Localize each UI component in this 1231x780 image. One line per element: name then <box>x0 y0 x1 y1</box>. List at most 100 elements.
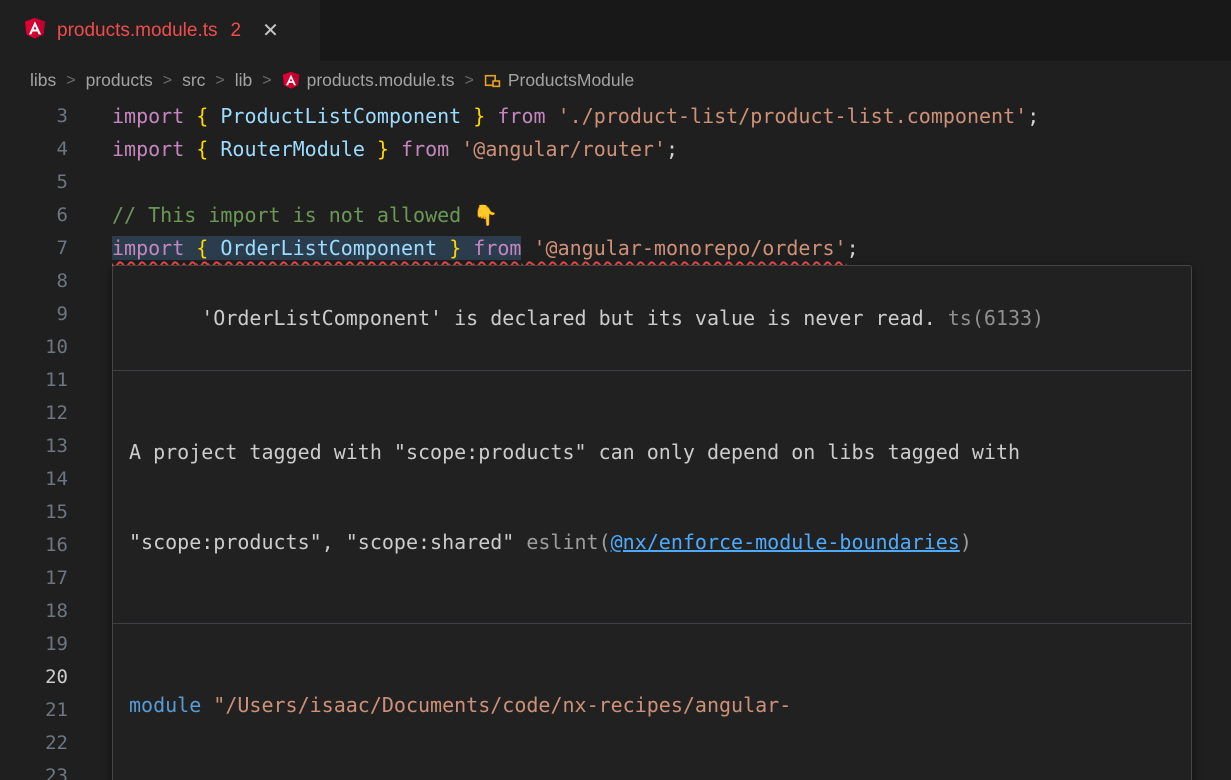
symbol-class-icon <box>484 70 501 91</box>
breadcrumb-label: ProductsModule <box>508 70 634 91</box>
code-token <box>449 137 461 161</box>
line-number[interactable]: 11 <box>0 364 68 397</box>
code-token: ProductListComponent <box>220 104 461 128</box>
tab-bar: products.module.ts 2 ✕ <box>0 0 1231 61</box>
code-token <box>208 104 220 128</box>
code-token: } <box>449 236 461 260</box>
code-line[interactable]: 3 import { ProductListComponent } from '.… <box>0 100 1231 133</box>
tab-products-module[interactable]: products.module.ts 2 ✕ <box>0 0 320 61</box>
angular-icon <box>24 17 46 45</box>
diagnostic-eslint-source-suffix: ) <box>960 530 972 554</box>
line-number[interactable]: 9 <box>0 298 68 331</box>
eslint-rule-link[interactable]: @nx/enforce-module-boundaries <box>611 530 960 554</box>
code-token <box>365 137 377 161</box>
code-token <box>521 236 533 260</box>
line-number[interactable]: 23 <box>0 760 68 780</box>
code-token <box>208 236 220 260</box>
close-icon[interactable]: ✕ <box>262 18 279 43</box>
line-number[interactable]: 6 <box>0 199 68 232</box>
code-token <box>184 137 196 161</box>
diagnostic-eslint-message: "scope:products", "scope:shared" <box>129 530 514 554</box>
line-content: import { RouterModule } from '@angular/r… <box>112 133 678 166</box>
line-number[interactable]: 17 <box>0 562 68 595</box>
chevron-right-icon: > <box>463 72 474 90</box>
chevron-right-icon: > <box>261 72 272 90</box>
breadcrumb-label: products.module.ts <box>307 70 455 91</box>
module-info: module "/Users/isaac/Documents/code/nx-r… <box>113 624 1191 780</box>
tab-problem-count-badge: 2 <box>231 20 242 42</box>
line-number[interactable]: 15 <box>0 496 68 529</box>
line-number[interactable]: 22 <box>0 727 68 760</box>
breadcrumb-item-file[interactable]: products.module.ts <box>282 70 455 91</box>
line-number[interactable]: 4 <box>0 133 68 166</box>
code-token: { <box>196 104 208 128</box>
line-content: import { ProductListComponent } from './… <box>112 100 1039 133</box>
code-line[interactable]: 6 // This import is not allowed 👇 <box>0 199 1231 232</box>
line-number[interactable]: 19 <box>0 628 68 661</box>
line-number[interactable]: 16 <box>0 529 68 562</box>
chevron-right-icon: > <box>214 72 225 90</box>
line-number[interactable]: 14 <box>0 463 68 496</box>
module-keyword: module <box>129 693 201 717</box>
breadcrumb-item-symbol[interactable]: ProductsModule <box>484 70 634 91</box>
angular-icon <box>282 70 300 91</box>
diagnostic-eslint-source-prefix: eslint( <box>514 530 610 554</box>
code-token: } <box>473 104 485 128</box>
code-token: './product-list/product-list.component' <box>558 104 1028 128</box>
chevron-right-icon: > <box>65 72 76 90</box>
line-number[interactable]: 8 <box>0 265 68 298</box>
line-number[interactable]: 21 <box>0 694 68 727</box>
code-token <box>546 104 558 128</box>
breadcrumb-label: lib <box>235 70 253 91</box>
breadcrumb-label: products <box>86 70 153 91</box>
code-token: { <box>196 236 208 260</box>
breadcrumb-item-lib[interactable]: lib <box>235 70 253 91</box>
code-token: from <box>401 137 449 161</box>
code-token <box>184 236 196 260</box>
line-number[interactable]: 13 <box>0 430 68 463</box>
breadcrumb-item-products[interactable]: products <box>86 70 153 91</box>
code-token: RouterModule <box>220 137 365 161</box>
code-token: from <box>473 236 521 260</box>
code-token: ; <box>1027 104 1039 128</box>
code-token <box>461 104 473 128</box>
breadcrumb-item-src[interactable]: src <box>182 70 205 91</box>
code-token <box>389 137 401 161</box>
hover-tooltip: 'OrderListComponent' is declared but its… <box>112 265 1192 780</box>
code-token: OrderListComponent <box>220 236 437 260</box>
line-content: import { OrderListComponent } from '@ang… <box>112 232 859 265</box>
module-info-line1: module "/Users/isaac/Documents/code/nx-r… <box>129 690 1175 720</box>
chevron-right-icon: > <box>162 72 173 90</box>
diagnostic-eslint: A project tagged with "scope:products" c… <box>113 371 1191 624</box>
code-line[interactable]: 4 import { RouterModule } from '@angular/… <box>0 133 1231 166</box>
tab-strip-empty-area <box>320 0 1231 61</box>
code-token: import <box>112 104 184 128</box>
code-line[interactable]: 7 import { OrderListComponent } from '@an… <box>0 232 1231 265</box>
code-token: from <box>497 104 545 128</box>
line-number[interactable]: 18 <box>0 595 68 628</box>
code-token <box>461 236 473 260</box>
line-number[interactable]: 20 <box>0 661 68 694</box>
line-number[interactable]: 10 <box>0 331 68 364</box>
diagnostic-ts-message: 'OrderListComponent' is declared but its… <box>201 306 936 330</box>
line-content: // This import is not allowed 👇 <box>112 199 498 232</box>
code-token: ; <box>847 236 859 260</box>
diagnostic-eslint-line2: "scope:products", "scope:shared" eslint(… <box>129 527 1175 557</box>
line-number[interactable]: 7 <box>0 232 68 265</box>
breadcrumb-label: src <box>182 70 205 91</box>
diagnostic-eslint-line1: A project tagged with "scope:products" c… <box>129 437 1175 467</box>
breadcrumb: libs > products > src > lib > products.m… <box>0 61 1231 100</box>
code-line[interactable]: 5 <box>0 166 1231 199</box>
code-token <box>437 236 449 260</box>
code-token: '@angular/router' <box>461 137 666 161</box>
code-token <box>208 137 220 161</box>
breadcrumb-item-libs[interactable]: libs <box>30 70 56 91</box>
line-number[interactable]: 12 <box>0 397 68 430</box>
diagnostic-ts-source: ts(6133) <box>948 306 1044 330</box>
line-number[interactable]: 3 <box>0 100 68 133</box>
line-number[interactable]: 5 <box>0 166 68 199</box>
code-token: '@angular-monorepo/orders' <box>534 236 847 260</box>
code-token <box>184 104 196 128</box>
code-token: import <box>112 137 184 161</box>
code-token: // This import is not allowed 👇 <box>112 203 498 227</box>
